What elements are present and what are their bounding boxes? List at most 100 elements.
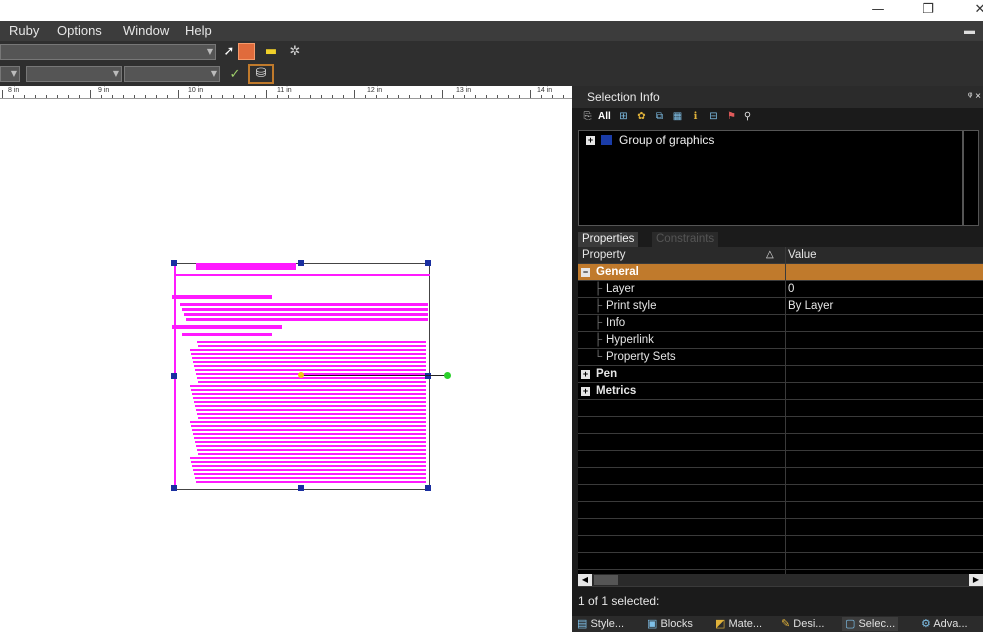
info-icon[interactable]: ℹ xyxy=(688,110,703,124)
collapse-icon[interactable]: − xyxy=(581,268,590,277)
property-row[interactable]: ├ Hyperlink xyxy=(578,332,983,349)
menu-ruby[interactable]: Ruby xyxy=(9,21,39,41)
expand-icon[interactable]: + xyxy=(581,370,590,379)
column-header-value[interactable]: Value xyxy=(788,247,817,263)
ruler-label: 8 in xyxy=(8,87,20,94)
table-icon[interactable]: ▦ xyxy=(670,110,685,124)
tab-selection[interactable]: ▢ Selec... xyxy=(842,617,899,631)
property-row[interactable]: ├ Layer 0 xyxy=(578,281,983,298)
select-arrow-icon[interactable]: ➚ xyxy=(220,44,238,60)
close-button[interactable]: ✕ xyxy=(958,0,983,21)
resize-handle[interactable] xyxy=(171,373,177,379)
ruler-tick xyxy=(530,90,531,98)
graphic-line xyxy=(194,437,426,439)
graphic-line xyxy=(194,365,426,367)
search-icon[interactable]: ⚲ xyxy=(740,110,755,124)
style-combo[interactable]: ▼ xyxy=(0,44,216,60)
tab-label: Mate... xyxy=(728,618,763,630)
ruler-tick xyxy=(288,95,289,98)
advanced-icon: ⚙ xyxy=(921,618,934,630)
chevron-down-icon: ▼ xyxy=(10,69,17,78)
pin-icon[interactable]: ▬ xyxy=(964,21,975,41)
pen-check-icon[interactable]: ✓ xyxy=(226,67,244,83)
graphic-line xyxy=(198,381,426,383)
ruler-tick xyxy=(13,95,14,98)
property-label: Info xyxy=(606,317,626,329)
resize-handle[interactable] xyxy=(298,485,304,491)
color-select-icon[interactable]: ✿ xyxy=(634,110,649,124)
tree-item-group[interactable]: Group of graphics xyxy=(619,133,714,147)
tab-label: Blocks xyxy=(660,618,693,630)
graphic-line xyxy=(190,385,426,387)
select-tool-icon[interactable]: ⎘ xyxy=(580,110,595,124)
graphic-line xyxy=(196,445,426,447)
tab-blocks[interactable]: ▣ Blocks xyxy=(644,617,696,631)
expand-icon[interactable]: + xyxy=(581,387,590,396)
resize-handle[interactable] xyxy=(425,260,431,266)
category-pen[interactable]: + Pen xyxy=(578,366,983,383)
property-label: Layer xyxy=(606,283,635,295)
category-metrics[interactable]: + Metrics xyxy=(578,383,983,400)
restore-button[interactable]: ❐ xyxy=(906,0,950,21)
ruler-tick xyxy=(2,90,3,98)
rotation-handle[interactable] xyxy=(444,372,451,379)
resize-handle[interactable] xyxy=(425,373,431,379)
resize-handle[interactable] xyxy=(425,485,431,491)
tool-icon[interactable]: ✲ xyxy=(286,44,304,60)
menu-help[interactable]: Help xyxy=(185,21,212,41)
layer-combo[interactable]: ▼ xyxy=(0,66,20,82)
text-select-icon[interactable]: ⊞ xyxy=(616,110,631,124)
column-separator xyxy=(785,247,786,575)
horizontal-scrollbar[interactable]: ◀ ▶ xyxy=(578,574,983,586)
copy-icon[interactable]: ⧉ xyxy=(652,110,667,124)
layer-icon[interactable]: ▬ xyxy=(262,44,280,60)
scroll-right-icon[interactable]: ▶ xyxy=(969,574,983,586)
ruler-tick xyxy=(178,90,179,98)
property-grid: Property △ Value − General ├ Layer 0 ├ P… xyxy=(578,247,983,587)
ruler-tick xyxy=(211,95,212,98)
filter-icon[interactable]: ⚑ xyxy=(724,110,739,124)
property-row[interactable]: ├ Info xyxy=(578,315,983,332)
resize-handle[interactable] xyxy=(171,485,177,491)
scroll-thumb[interactable] xyxy=(594,575,618,585)
property-value[interactable]: 0 xyxy=(788,281,794,297)
tab-design[interactable]: ✎ Desi... xyxy=(778,617,827,631)
ruler-tick xyxy=(24,95,25,98)
database-icon[interactable]: ⛁ xyxy=(248,64,274,84)
scroll-left-icon[interactable]: ◀ xyxy=(578,574,592,586)
pen-combo[interactable]: ▼ xyxy=(26,66,122,82)
ruler-tick xyxy=(321,95,322,98)
select-all-button[interactable]: All xyxy=(598,110,611,124)
minimize-button[interactable]: — xyxy=(856,0,900,21)
property-value[interactable]: By Layer xyxy=(788,298,833,314)
ruler-tick xyxy=(541,95,542,98)
tab-properties[interactable]: Properties xyxy=(578,232,639,247)
tab-materials[interactable]: ◩ Mate... xyxy=(712,617,765,631)
graphic-line xyxy=(190,457,426,459)
panel-pin-close[interactable]: ᵠ × xyxy=(968,86,981,108)
grid-icon[interactable]: ⊟ xyxy=(706,110,721,124)
property-row[interactable]: └ Property Sets xyxy=(578,349,983,366)
drawing-canvas[interactable] xyxy=(0,99,572,632)
resize-handle[interactable] xyxy=(171,260,177,266)
empty-row xyxy=(578,451,983,468)
category-general[interactable]: − General xyxy=(578,264,983,281)
expand-icon[interactable]: + xyxy=(586,136,595,145)
tab-styles[interactable]: ▤ Style... xyxy=(574,617,627,631)
center-point[interactable] xyxy=(298,372,304,378)
weight-combo[interactable]: ▼ xyxy=(124,66,220,82)
tab-constraints[interactable]: Constraints xyxy=(652,232,719,247)
tab-advanced[interactable]: ⚙ Adva... xyxy=(918,617,971,631)
menu-window[interactable]: Window xyxy=(123,21,169,41)
tree-connector: ├ xyxy=(594,334,603,346)
square-icon[interactable] xyxy=(238,43,255,60)
column-header-property[interactable]: Property xyxy=(582,247,625,263)
selection-info-panel: Selection Info ᵠ × ⎘ All ⊞ ✿ ⧉ ▦ ℹ ⊟ ⚑ ⚲… xyxy=(572,86,983,632)
menu-options[interactable]: Options xyxy=(57,21,102,41)
empty-row xyxy=(578,400,983,417)
selection-toolbar: ⎘ All ⊞ ✿ ⧉ ▦ ℹ ⊟ ⚑ ⚲ xyxy=(578,110,978,126)
graphic-line xyxy=(194,473,426,475)
graphic-line xyxy=(198,453,426,455)
resize-handle[interactable] xyxy=(298,260,304,266)
property-row[interactable]: ├ Print style By Layer xyxy=(578,298,983,315)
